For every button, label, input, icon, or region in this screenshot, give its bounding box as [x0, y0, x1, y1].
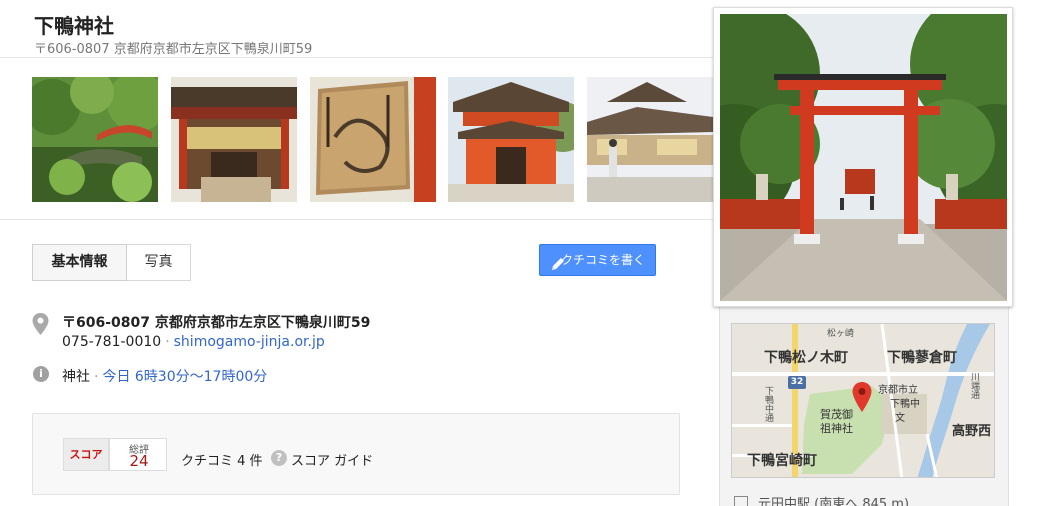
tab-photos[interactable]: 写真 — [127, 244, 191, 281]
photo-thumbnail-pavilions[interactable] — [587, 77, 713, 202]
address-text: 〒606-0807 京都府京都市左京区下鴨泉川町59 — [62, 315, 371, 331]
main-photo-torii[interactable] — [720, 14, 1007, 301]
photo-thumbnail-garden[interactable] — [32, 77, 158, 202]
info-icon: i — [33, 366, 49, 382]
phone-number[interactable]: 075-781-0010 — [62, 334, 161, 350]
score-panel: スコア 総評 24 クチコミ 4 件 ? スコア ガイド — [32, 413, 680, 495]
info-tabs: 基本情報 写真 — [32, 244, 191, 281]
review-count-link[interactable]: クチコミ 4 件 — [181, 450, 263, 469]
map-label: 下鴨宮崎町 — [747, 453, 817, 469]
nearby-station-text: 元田中駅 (南東へ 845 m) — [758, 497, 910, 506]
photo-thumbnail-romon-gate[interactable] — [448, 77, 574, 202]
hours-link[interactable]: 今日 6時30分～17時00分 — [102, 369, 267, 385]
overall-score-card: 総評 24 — [109, 438, 167, 471]
train-station-icon — [734, 496, 748, 506]
score-logo: スコア — [63, 438, 109, 471]
pencil-icon — [550, 253, 566, 270]
map-label: 文 — [895, 413, 905, 424]
separator-dot: · — [165, 334, 170, 350]
write-review-label: クチコミを書く — [560, 253, 645, 267]
separator-dot: · — [94, 369, 99, 385]
map-label: 京都市立 — [878, 385, 918, 396]
map-marker-icon[interactable] — [852, 382, 872, 412]
place-header: 下鴨神社 〒606-0807 京都府京都市左京区下鴨泉川町59 — [0, 0, 720, 58]
map-label: 祖神社 — [820, 422, 853, 435]
score-guide-link[interactable]: スコア ガイド — [291, 450, 373, 469]
write-review-button[interactable]: クチコミを書く — [539, 244, 656, 276]
main-photo-card[interactable] — [713, 7, 1013, 307]
location-pin-icon — [32, 313, 49, 335]
map-label: 高野西 — [952, 424, 992, 439]
website-link[interactable]: shimogamo-jinja.or.jp — [174, 334, 325, 350]
header-address: 〒606-0807 京都府京都市左京区下鴨泉川町59 — [34, 42, 313, 57]
overall-score-value: 24 — [129, 452, 149, 470]
map-label: 松ヶ崎 — [827, 329, 855, 339]
place-title: 下鴨神社 — [34, 14, 114, 38]
contact-line: 075-781-0010 · shimogamo-jinja.or.jp — [62, 334, 325, 350]
map-label: 下鴨中 — [890, 399, 920, 410]
location-map[interactable]: 32 下鴨松ノ木町 下鴨蓼倉町 京都市立 下鴨中 文 賀茂御 祖神社 高野西 下… — [731, 323, 995, 478]
photo-thumbnail-shrine-hall[interactable] — [171, 77, 297, 202]
map-route-shield: 32 — [788, 376, 806, 389]
map-label: 下鴨蓼倉町 — [887, 350, 957, 366]
photo-strip — [0, 58, 720, 220]
map-label: 下鴨松ノ木町 — [764, 350, 848, 366]
category-hours-line: 神社 · 今日 6時30分～17時00分 — [62, 366, 267, 386]
help-icon[interactable]: ? — [271, 450, 287, 466]
map-label: 川端通 — [969, 372, 979, 399]
photo-thumbnail-ema[interactable] — [310, 77, 436, 202]
map-label: 下鴨中通 — [763, 386, 773, 422]
tab-basic-info[interactable]: 基本情報 — [32, 244, 127, 281]
category-text: 神社 — [62, 369, 90, 385]
